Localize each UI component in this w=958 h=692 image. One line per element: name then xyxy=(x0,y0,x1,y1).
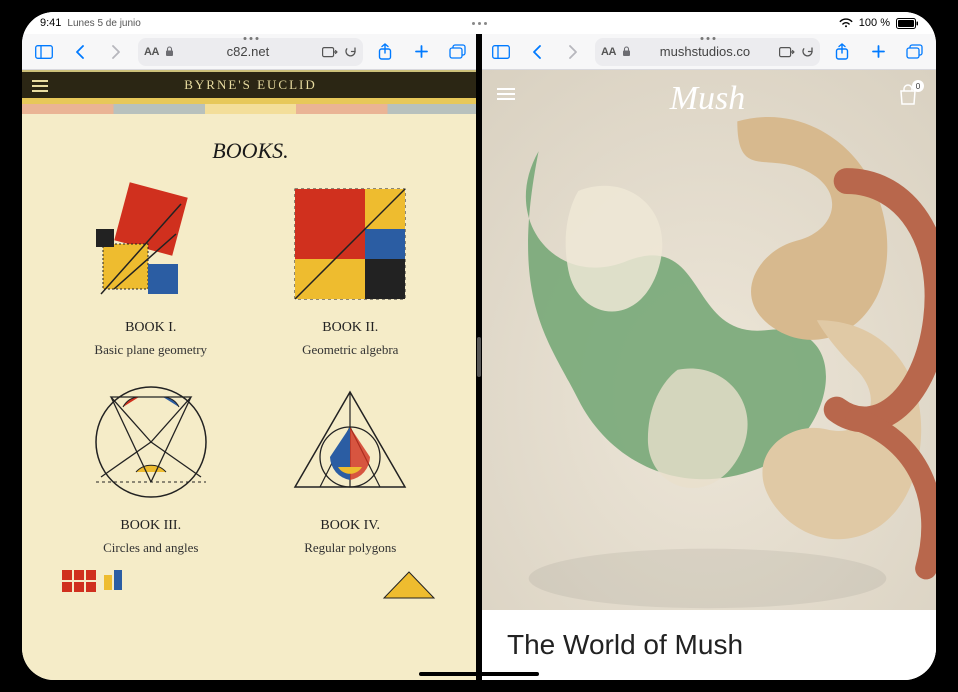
books-grid: BOOK I. Basic plane geometry xyxy=(22,174,479,556)
status-bar: 9:41 Lunes 5 de junio 100 % xyxy=(22,12,936,34)
forward-button[interactable] xyxy=(559,38,587,66)
book-item-2[interactable]: BOOK II. Geometric algebra xyxy=(256,174,446,358)
book-label: BOOK III. xyxy=(120,518,181,534)
sidebar-button[interactable] xyxy=(487,38,515,66)
reader-aa-icon[interactable]: AA xyxy=(601,46,616,58)
bag-icon[interactable]: 0 xyxy=(898,84,918,106)
c82-menu-icon[interactable] xyxy=(32,80,48,92)
lock-icon xyxy=(165,46,174,57)
book-item-3[interactable]: BOOK III. Circles and angles xyxy=(56,372,246,556)
mush-hero-caption: The World of Mush xyxy=(479,610,936,680)
reader-aa-icon[interactable]: AA xyxy=(144,46,159,58)
tabs-button[interactable] xyxy=(443,38,471,66)
divider-handle-icon xyxy=(477,337,481,377)
book-sub: Circles and angles xyxy=(103,540,198,556)
extensions-icon[interactable] xyxy=(779,46,795,58)
book-sub: Regular polygons xyxy=(304,540,396,556)
mush-title: The World of Mush xyxy=(507,629,743,661)
book-item-1[interactable]: BOOK I. Basic plane geometry xyxy=(56,174,246,358)
address-bar-right[interactable]: AA mushstudios.co xyxy=(595,38,820,66)
pane-dots-left[interactable] xyxy=(243,37,258,40)
split-pane-right: AA mushstudios.co xyxy=(479,34,936,680)
tabs-button[interactable] xyxy=(900,38,928,66)
url-text: mushstudios.co xyxy=(637,44,773,59)
share-button[interactable] xyxy=(371,38,399,66)
mush-hero-image xyxy=(479,70,936,610)
share-button[interactable] xyxy=(828,38,856,66)
sidebar-button[interactable] xyxy=(30,38,58,66)
new-tab-button[interactable] xyxy=(407,38,435,66)
forward-button[interactable] xyxy=(102,38,130,66)
mush-page[interactable]: Mush 0 The World of Mush xyxy=(479,70,936,680)
split-pane-left: AA c82.net xyxy=(22,34,479,680)
c82-page[interactable]: BYRNE'S EUCLID BOOKS. xyxy=(22,70,479,680)
url-text: c82.net xyxy=(180,44,316,59)
book-label: BOOK IV. xyxy=(320,518,380,534)
home-indicator[interactable] xyxy=(419,672,539,676)
pane-dots-right[interactable] xyxy=(700,37,715,40)
multitask-dots[interactable] xyxy=(22,22,936,25)
extensions-icon[interactable] xyxy=(322,46,338,58)
c82-site-title: BYRNE'S EUCLID xyxy=(184,77,317,93)
split-divider[interactable] xyxy=(476,34,482,680)
books-heading: BOOKS. xyxy=(22,138,479,164)
c82-site-header: BYRNE'S EUCLID xyxy=(22,70,479,104)
lock-icon xyxy=(622,46,631,57)
book-label: BOOK II. xyxy=(322,320,378,336)
mush-menu-icon[interactable] xyxy=(497,88,515,100)
reload-icon[interactable] xyxy=(801,45,814,58)
book-label: BOOK I. xyxy=(125,320,176,336)
reload-icon[interactable] xyxy=(344,45,357,58)
mush-logo[interactable]: Mush xyxy=(479,80,936,118)
address-bar-left[interactable]: AA c82.net xyxy=(138,38,363,66)
book-item-4[interactable]: BOOK IV. Regular polygons xyxy=(256,372,446,556)
back-button[interactable] xyxy=(523,38,551,66)
book-sub: Basic plane geometry xyxy=(94,342,207,358)
back-button[interactable] xyxy=(66,38,94,66)
book-sub: Geometric algebra xyxy=(302,342,398,358)
bag-count: 0 xyxy=(912,80,924,92)
new-tab-button[interactable] xyxy=(864,38,892,66)
